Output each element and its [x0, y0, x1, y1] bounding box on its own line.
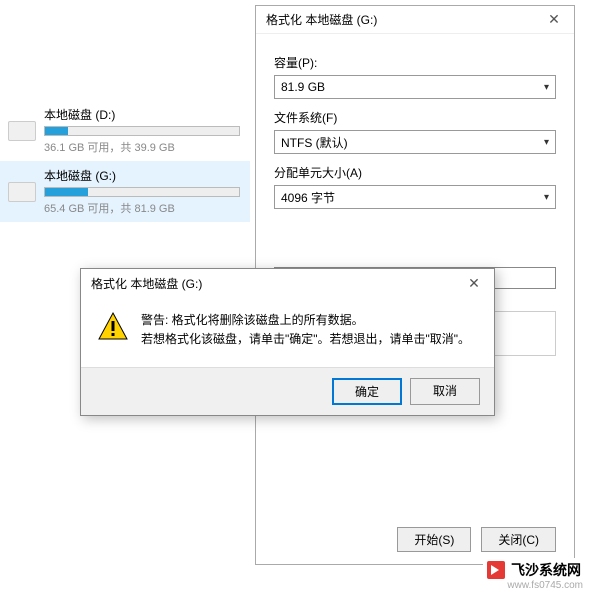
allocation-label: 分配单元大小(A): [274, 164, 556, 181]
watermark-logo-icon: [487, 561, 505, 579]
filesystem-label: 文件系统(F): [274, 109, 556, 126]
disk-name: 本地磁盘 (G:): [44, 167, 240, 184]
disk-usage-text: 65.4 GB 可用，共 81.9 GB: [44, 200, 240, 216]
watermark: 飞沙系统网: [483, 558, 585, 582]
drive-icon: [8, 121, 36, 141]
chevron-down-icon: ▾: [544, 192, 549, 203]
disk-capacity-bar: [44, 187, 240, 197]
close-format-button[interactable]: 关闭(C): [481, 527, 556, 552]
disk-item-d[interactable]: 本地磁盘 (D:) 36.1 GB 可用，共 39.9 GB: [0, 100, 250, 161]
capacity-select[interactable]: 81.9 GB ▾: [274, 75, 556, 99]
watermark-text: 飞沙系统网: [511, 560, 581, 580]
capacity-label: 容量(P):: [274, 54, 556, 71]
start-button[interactable]: 开始(S): [397, 527, 471, 552]
msgbox-titlebar: 格式化 本地磁盘 (G:) ✕: [81, 269, 494, 297]
allocation-select[interactable]: 4096 字节 ▾: [274, 185, 556, 209]
close-button[interactable]: ✕: [534, 6, 574, 34]
disk-name: 本地磁盘 (D:): [44, 106, 240, 123]
format-dialog-titlebar: 格式化 本地磁盘 (G:) ✕: [256, 6, 574, 34]
ok-button[interactable]: 确定: [332, 378, 402, 405]
warning-icon: [97, 311, 129, 343]
msgbox-close-button[interactable]: ✕: [454, 269, 494, 297]
msgbox-title: 格式化 本地磁盘 (G:): [91, 275, 202, 292]
close-icon: ✕: [548, 11, 560, 28]
disk-list: 本地磁盘 (D:) 36.1 GB 可用，共 39.9 GB 本地磁盘 (G:)…: [0, 100, 250, 222]
msgbox-line1: 警告: 格式化将删除该磁盘上的所有数据。: [141, 311, 470, 330]
watermark-url: www.fs0745.com: [507, 580, 583, 591]
chevron-down-icon: ▾: [544, 82, 549, 93]
filesystem-select[interactable]: NTFS (默认) ▾: [274, 130, 556, 154]
disk-usage-text: 36.1 GB 可用，共 39.9 GB: [44, 139, 240, 155]
format-dialog-title: 格式化 本地磁盘 (G:): [266, 11, 377, 28]
disk-capacity-bar: [44, 126, 240, 136]
msgbox-line2: 若想格式化该磁盘，请单击"确定"。若想退出，请单击"取消"。: [141, 330, 470, 349]
drive-icon: [8, 182, 36, 202]
format-dialog-footer: 开始(S) 关闭(C): [256, 515, 574, 564]
disk-item-g[interactable]: 本地磁盘 (G:) 65.4 GB 可用，共 81.9 GB: [0, 161, 250, 222]
msgbox-footer: 确定 取消: [81, 367, 494, 415]
warning-msgbox: 格式化 本地磁盘 (G:) ✕ 警告: 格式化将删除该磁盘上的所有数据。 若想格…: [80, 268, 495, 416]
cancel-button[interactable]: 取消: [410, 378, 480, 405]
chevron-down-icon: ▾: [544, 137, 549, 148]
close-icon: ✕: [468, 275, 480, 292]
